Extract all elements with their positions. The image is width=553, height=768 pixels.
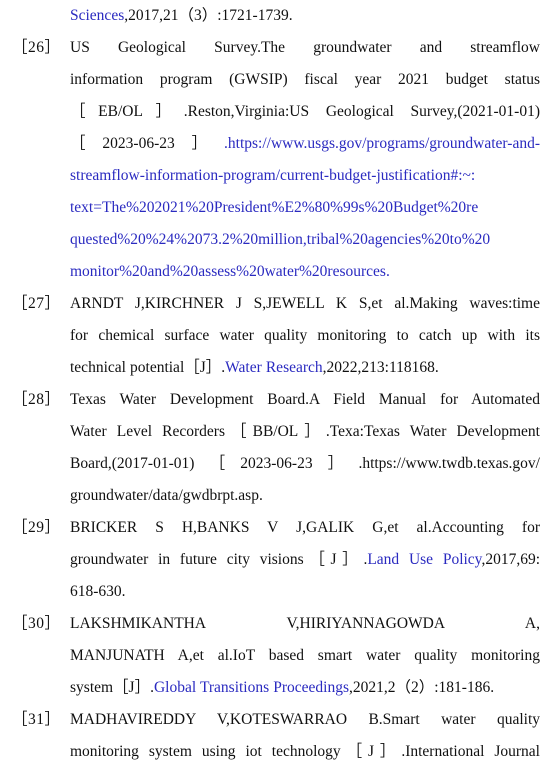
- reference-line: information program (GWSIP) fiscal year …: [70, 64, 540, 96]
- reference-line: Board,(2017-01-01)［2023-06-23］.https://w…: [70, 448, 540, 480]
- plain-text: MANJUNATH A,et al.IoT based smart water …: [70, 647, 540, 664]
- reference-line: Texas Water Development Board.A Field Ma…: [70, 384, 540, 416]
- reference-text: ARNDT J,KIRCHNER J S,JEWELL K S,et al.Ma…: [70, 288, 540, 384]
- link-text[interactable]: Global Transitions Proceedings: [154, 679, 349, 696]
- reference-number: ［29］: [12, 519, 61, 536]
- reference-entry: ［30］ LAKSHMIKANTHA V,HIRIYANNAGOWDA A, MAN…: [0, 608, 553, 704]
- plain-text: information program (GWSIP) fiscal year …: [70, 71, 540, 88]
- reference-continuation: Sciences,2017,21（3）:1721-1739.: [0, 0, 553, 32]
- plain-text: 618-630.: [70, 583, 126, 600]
- reference-line: ［2023-06-23］.https://www.usgs.gov/progra…: [70, 128, 540, 160]
- reference-line: technical potential［J］.Water Research,20…: [70, 352, 540, 384]
- plain-text: BRICKER S H,BANKS V J,GALIK G,et al.Acco…: [70, 519, 540, 536]
- reference-number: ［27］: [12, 295, 61, 312]
- plain-text: ,2022,213:118168.: [322, 359, 439, 376]
- reference-line: groundwater in future city visions［J］.La…: [70, 544, 540, 576]
- plain-text: US Geological Survey.The groundwater and…: [70, 39, 540, 56]
- plain-text: ,2017,69:: [481, 551, 540, 568]
- reference-line: for chemical surface water quality monit…: [70, 320, 540, 352]
- plain-text: LAKSHMIKANTHA V,HIRIYANNAGOWDA A,: [70, 615, 540, 632]
- plain-text: groundwater/data/gwdbrpt.asp.: [70, 487, 263, 504]
- plain-text: ARNDT J,KIRCHNER J S,JEWELL K S,et al.Ma…: [70, 295, 540, 312]
- reference-line: Water Level Recorders［BB/OL］.Texa:Texas …: [70, 416, 540, 448]
- reference-number: ［28］: [12, 391, 61, 408]
- reference-number: ［30］: [12, 615, 61, 632]
- plain-text: Texas Water Development Board.A Field Ma…: [70, 391, 540, 408]
- reference-entry: ［27］ ARNDT J,KIRCHNER J S,JEWELL K S,et a…: [0, 288, 553, 384]
- link-text[interactable]: Water Research: [225, 359, 323, 376]
- reference-entry: ［29］ BRICKER S H,BANKS V J,GALIK G,et al.…: [0, 512, 553, 608]
- reference-text: US Geological Survey.The groundwater and…: [70, 32, 540, 288]
- reference-entries: ［26］ US Geological Survey.The groundwater…: [0, 32, 553, 768]
- reference-line: streamflow-information-program/current-b…: [70, 160, 540, 192]
- reference-line: groundwater/data/gwdbrpt.asp.: [70, 480, 540, 512]
- link-text[interactable]: .https://www.usgs.gov/programs/groundwat…: [224, 135, 540, 152]
- reference-text: MADHAVIREDDY V,KOTESWARRAO B.Smart water…: [70, 704, 540, 768]
- reference-text: BRICKER S H,BANKS V J,GALIK G,et al.Acco…: [70, 512, 540, 608]
- plain-text: system［J］.: [70, 679, 154, 696]
- link-text[interactable]: streamflow-information-program/current-b…: [70, 167, 475, 184]
- reference-line: text=The%202021%20President%E2%80%99s%20…: [70, 192, 540, 224]
- reference-number: ［26］: [12, 39, 61, 56]
- reference-line: ［EB/OL］.Reston,Virginia:US Geological Su…: [70, 96, 540, 128]
- reference-line: quested%20%24%2073.2%20million,tribal%20…: [70, 224, 540, 256]
- link-text[interactable]: quested%20%24%2073.2%20million,tribal%20…: [70, 231, 490, 248]
- reference-line: ARNDT J,KIRCHNER J S,JEWELL K S,et al.Ma…: [70, 288, 540, 320]
- reference-entry: ［31］ MADHAVIREDDY V,KOTESWARRAO B.Smart w…: [0, 704, 553, 768]
- reference-number: ［31］: [12, 711, 61, 728]
- reference-line: system［J］.Global Transitions Proceedings…: [70, 672, 540, 704]
- journal-name: Sciences: [70, 7, 125, 24]
- plain-text: ,2021,2（2）:181-186.: [348, 679, 495, 696]
- reference-line: monitor%20and%20assess%20water%20resourc…: [70, 256, 540, 288]
- plain-text: Board,(2017-01-01)［2023-06-23］.https://w…: [70, 455, 540, 472]
- link-text[interactable]: text=The%202021%20President%E2%80%99s%20…: [70, 199, 478, 216]
- reference-line: US Geological Survey.The groundwater and…: [70, 32, 540, 64]
- reference-text: Texas Water Development Board.A Field Ma…: [70, 384, 540, 512]
- reference-entry: ［28］ Texas Water Development Board.A Fiel…: [0, 384, 553, 512]
- plain-text: technical potential［J］.: [70, 359, 226, 376]
- link-text[interactable]: monitor%20and%20assess%20water%20resourc…: [70, 263, 390, 280]
- reference-line: MADHAVIREDDY V,KOTESWARRAO B.Smart water…: [70, 704, 540, 736]
- citation-detail: ,2017,21（3）:1721-1739.: [124, 7, 293, 24]
- reference-line: MANJUNATH A,et al.IoT based smart water …: [70, 640, 540, 672]
- reference-line: LAKSHMIKANTHA V,HIRIYANNAGOWDA A,: [70, 608, 540, 640]
- bibliography-page: Sciences,2017,21（3）:1721-1739. ［26］ US Ge…: [0, 0, 553, 768]
- plain-text: ［EB/OL］.Reston,Virginia:US Geological Su…: [70, 103, 540, 120]
- reference-entry: ［26］ US Geological Survey.The groundwater…: [0, 32, 553, 288]
- reference-text: LAKSHMIKANTHA V,HIRIYANNAGOWDA A, MANJUNA…: [70, 608, 540, 704]
- reference-line: monitoring system using iot technology［J…: [70, 736, 540, 768]
- plain-text: Water Level Recorders［BB/OL］.Texa:Texas …: [70, 423, 540, 440]
- plain-text: ［2023-06-23］: [70, 135, 225, 152]
- plain-text: groundwater in future city visions［J］.: [70, 551, 368, 568]
- plain-text: monitoring system using iot technology［J…: [70, 743, 540, 760]
- link-text[interactable]: Land Use Policy: [367, 551, 481, 568]
- reference-list: Sciences,2017,21（3）:1721-1739. ［26］ US Ge…: [0, 0, 553, 768]
- reference-line: BRICKER S H,BANKS V J,GALIK G,et al.Acco…: [70, 512, 540, 544]
- reference-line: Sciences,2017,21（3）:1721-1739.: [70, 0, 540, 32]
- reference-continuation-body: Sciences,2017,21（3）:1721-1739.: [70, 0, 540, 32]
- reference-line: 618-630.: [70, 576, 540, 608]
- plain-text: for chemical surface water quality monit…: [70, 327, 540, 344]
- plain-text: MADHAVIREDDY V,KOTESWARRAO B.Smart water…: [70, 711, 540, 728]
